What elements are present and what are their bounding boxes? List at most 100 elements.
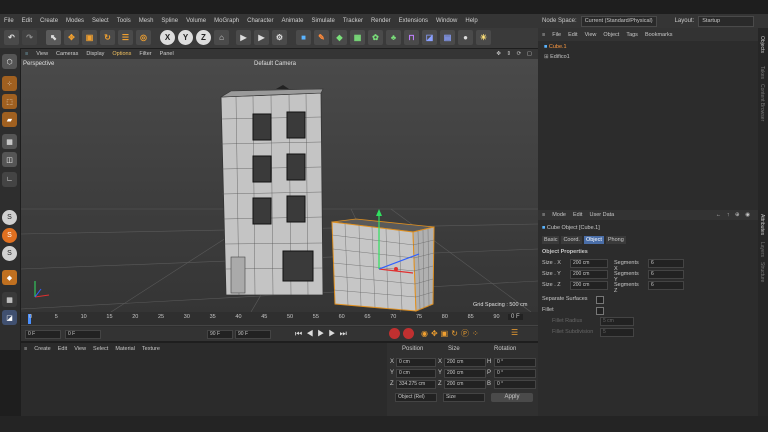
snap-settings-icon[interactable]: S <box>2 228 17 243</box>
z-axis-lock-icon[interactable]: Z <box>196 30 211 45</box>
menu-tools[interactable]: Tools <box>117 18 131 24</box>
subdivision-surface-icon[interactable]: ◆ <box>332 30 347 45</box>
mat-menu-view[interactable]: View <box>74 346 86 352</box>
position-x-field[interactable]: 0 cm <box>396 358 436 367</box>
size-y-field[interactable]: 200 cm <box>444 369 486 378</box>
texture-mode-icon[interactable]: ▦ <box>2 134 17 149</box>
size-mode-select[interactable]: Size <box>443 393 485 402</box>
tab-object[interactable]: Object <box>583 236 604 244</box>
attr-menu-edit[interactable]: Edit <box>573 212 582 218</box>
menu-spline[interactable]: Spline <box>161 18 178 24</box>
rotate-tool-icon[interactable]: ↻ <box>100 30 115 45</box>
vp-menu-panel[interactable]: Panel <box>160 51 174 57</box>
move-tool-icon[interactable]: ✥ <box>64 30 79 45</box>
obj-menu-edit[interactable]: Edit <box>568 32 577 38</box>
snap-icon[interactable]: S <box>2 210 17 225</box>
array-generator-icon[interactable]: ▦ <box>350 30 365 45</box>
camera-icon[interactable]: ● <box>458 30 473 45</box>
menu-select[interactable]: Select <box>92 18 109 24</box>
points-mode-icon[interactable]: ⁘ <box>2 76 17 91</box>
floor-icon[interactable]: ▤ <box>440 30 455 45</box>
obj-menu-bookmarks[interactable]: Bookmarks <box>645 32 673 38</box>
pen-spline-icon[interactable]: ✎ <box>314 30 329 45</box>
menu-tracker[interactable]: Tracker <box>343 18 363 24</box>
menu-modes[interactable]: Modes <box>66 18 84 24</box>
tab-phong[interactable]: Phong <box>605 236 626 244</box>
side-tab-takes[interactable]: Takes <box>759 66 765 79</box>
tab-coord[interactable]: Coord. <box>561 236 582 244</box>
fillet-checkbox[interactable] <box>596 307 604 315</box>
vp-menu-display[interactable]: Display <box>86 51 104 57</box>
coordinate-system-icon[interactable]: ⌂ <box>214 30 229 45</box>
obj-menu-tags[interactable]: Tags <box>626 32 638 38</box>
render-view-icon[interactable]: ▶ <box>236 30 251 45</box>
redo-icon[interactable]: ↷ <box>22 30 37 45</box>
segments-z-input[interactable]: 6 <box>648 281 684 290</box>
object-name[interactable]: Edifico1 <box>550 54 570 60</box>
size-x-field[interactable]: 200 cm <box>444 358 486 367</box>
menu-extensions[interactable]: Extensions <box>399 18 428 24</box>
select-tool-icon[interactable]: ⬉ <box>46 30 61 45</box>
current-frame-field[interactable]: 0 F <box>508 314 523 320</box>
vp-menu-filter[interactable]: Filter <box>139 51 151 57</box>
position-y-field[interactable]: 0 cm <box>396 369 436 378</box>
vp-menu-cameras[interactable]: Cameras <box>56 51 78 57</box>
side-tab-layers[interactable]: Layers <box>759 242 765 257</box>
menu-help[interactable]: Help <box>465 18 477 24</box>
layout-select[interactable]: Startup <box>698 15 755 27</box>
undo-icon[interactable]: ↶ <box>4 30 19 45</box>
autokey-icon[interactable] <box>403 328 414 339</box>
render-picture-viewer-icon[interactable]: ▶ <box>254 30 269 45</box>
polygons-mode-icon[interactable]: ▰ <box>2 112 17 127</box>
viewport-solo-icon[interactable]: ◪ <box>2 310 17 325</box>
obj-menu-object[interactable]: Object <box>603 32 619 38</box>
menu-edit[interactable]: Edit <box>22 18 32 24</box>
render-settings-icon[interactable]: ⚙ <box>272 30 287 45</box>
menu-render[interactable]: Render <box>371 18 391 24</box>
deformer-icon[interactable]: ⊓ <box>404 30 419 45</box>
mat-menu-edit[interactable]: Edit <box>58 346 67 352</box>
coord-mode-select[interactable]: Object (Rel) <box>395 393 437 402</box>
size-x-input[interactable]: 200 cm <box>570 259 608 268</box>
record-icon[interactable] <box>389 328 400 339</box>
size-y-input[interactable]: 200 cm <box>570 270 608 279</box>
menu-volume[interactable]: Volume <box>186 18 206 24</box>
menu-character[interactable]: Character <box>247 18 273 24</box>
attr-nav-icons[interactable]: ← ↑ ⊕ ◉ <box>716 212 752 218</box>
end-frame-field[interactable]: 90 F <box>235 330 271 339</box>
rotation-p-field[interactable]: 0 ° <box>494 369 536 378</box>
mat-menu-create[interactable]: Create <box>34 346 51 352</box>
node-space-select[interactable]: Current (Standard/Physical) <box>580 15 657 27</box>
attr-menu-userdata[interactable]: User Data <box>589 212 614 218</box>
mat-menu-select[interactable]: Select <box>93 346 108 352</box>
segments-x-input[interactable]: 6 <box>648 259 684 268</box>
vp-menu-view[interactable]: View <box>36 51 48 57</box>
viewport-perspective[interactable]: Perspective Default Camera Grid Spacing … <box>21 59 538 312</box>
mat-menu-texture[interactable]: Texture <box>142 346 160 352</box>
quantize-icon[interactable]: S <box>2 246 17 261</box>
size-z-field[interactable]: 200 cm <box>444 380 486 389</box>
cloner-icon[interactable]: ✿ <box>368 30 383 45</box>
apply-button[interactable]: Apply <box>491 393 533 402</box>
menu-mesh[interactable]: Mesh <box>139 18 154 24</box>
timeline-window-icon[interactable]: ☰ <box>511 328 518 337</box>
camera-label[interactable]: Default Camera <box>254 61 296 67</box>
x-axis-lock-icon[interactable]: X <box>160 30 175 45</box>
preview-end-field[interactable]: 90 F <box>207 330 233 339</box>
menu-animate[interactable]: Animate <box>281 18 303 24</box>
menu-window[interactable]: Window <box>436 18 457 24</box>
lock-workplane-icon[interactable]: ◆ <box>2 270 17 285</box>
object-mode-icon[interactable]: ◎ <box>136 30 151 45</box>
side-tab-attributes[interactable]: Attributes <box>759 214 765 235</box>
preview-start-field[interactable]: 0 F <box>65 330 101 339</box>
mat-menu-material[interactable]: Material <box>115 346 135 352</box>
menu-simulate[interactable]: Simulate <box>312 18 335 24</box>
side-tab-structure[interactable]: Structure <box>759 262 765 282</box>
object-item-cube[interactable]: ■ Cube.1 <box>544 44 567 50</box>
field-icon[interactable]: ◪ <box>422 30 437 45</box>
menu-create[interactable]: Create <box>40 18 58 24</box>
viewport-nav-icons[interactable]: ✥ ⇕ ⟳ ▢ <box>496 51 534 57</box>
workplane-icon[interactable]: ◫ <box>2 152 17 167</box>
separate-surfaces-checkbox[interactable] <box>596 296 604 304</box>
y-axis-lock-icon[interactable]: Y <box>178 30 193 45</box>
